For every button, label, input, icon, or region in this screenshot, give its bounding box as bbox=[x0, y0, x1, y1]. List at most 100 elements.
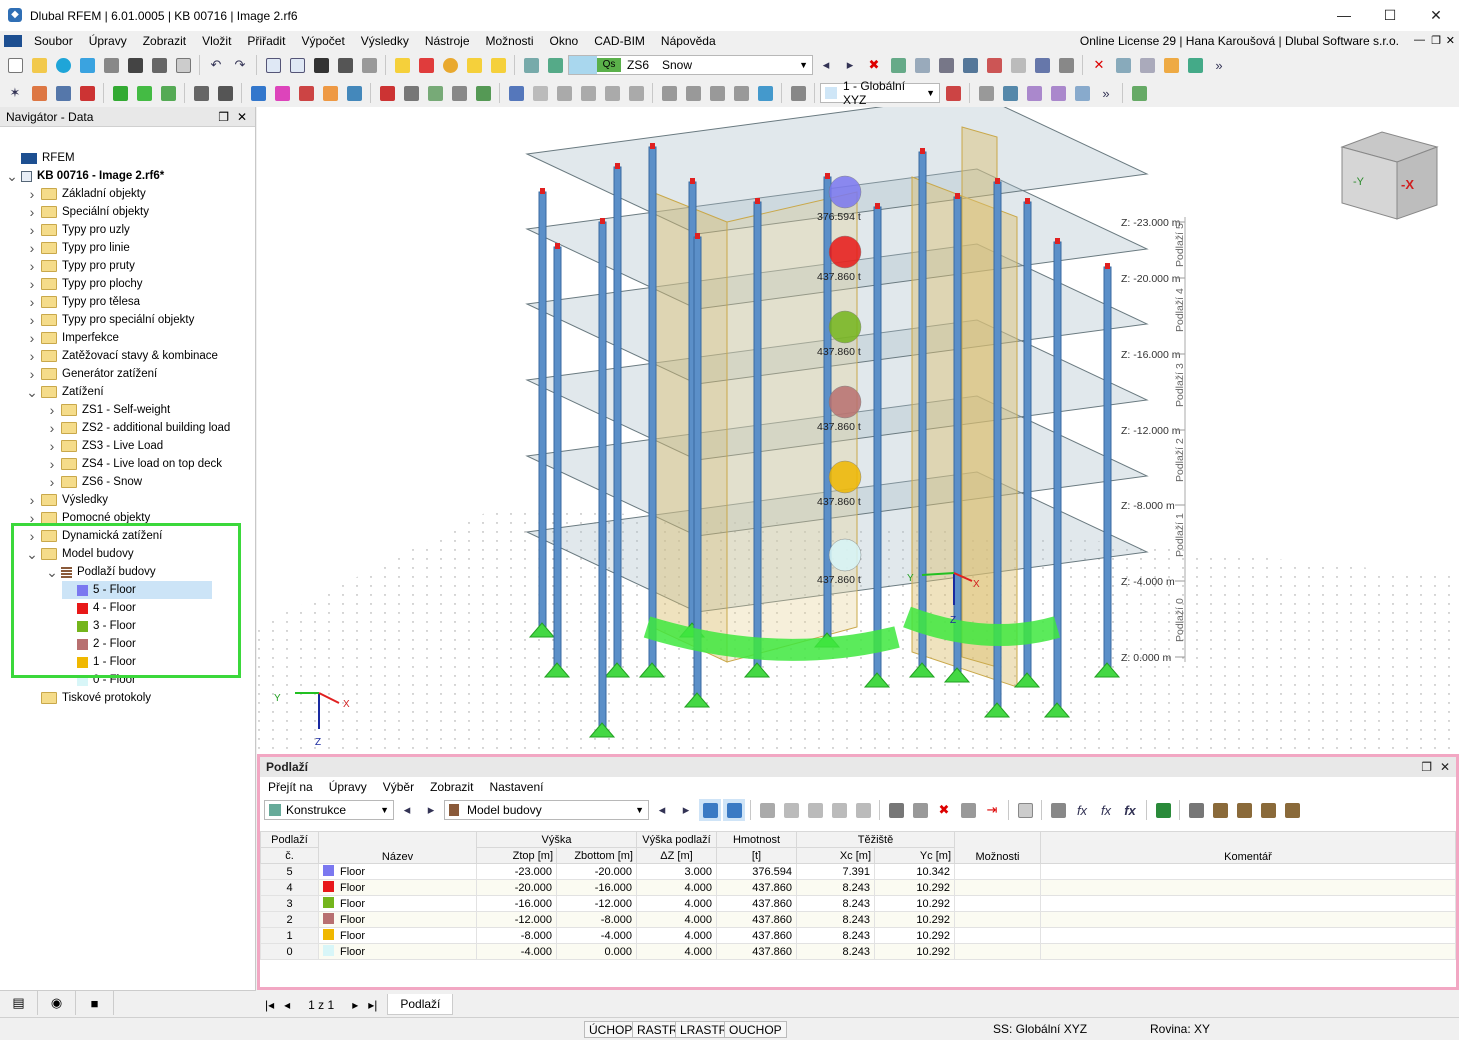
close-icon[interactable]: ✕ bbox=[237, 107, 247, 127]
zbottom-cell[interactable]: -16.000 bbox=[556, 879, 637, 896]
list-icon[interactable] bbox=[358, 54, 380, 76]
chevron-right-icon[interactable]: › bbox=[46, 437, 58, 455]
table-results-icon[interactable] bbox=[959, 54, 981, 76]
nav-file[interactable]: ⌄ KB 00716 - Image 2.rf6* bbox=[6, 167, 164, 185]
yc-cell[interactable]: 10.342 bbox=[874, 863, 955, 880]
chevron-right-icon[interactable]: › bbox=[26, 347, 38, 365]
fx-bold-icon[interactable]: fx bbox=[1119, 799, 1141, 821]
pin-icon[interactable]: ❐ bbox=[218, 107, 229, 127]
target-icon[interactable] bbox=[439, 54, 461, 76]
filter3-table-icon[interactable] bbox=[1257, 799, 1279, 821]
support-tool-icon[interactable] bbox=[109, 82, 131, 104]
panel-menu-zobrazit[interactable]: Zobrazit bbox=[422, 780, 481, 794]
delete-red-icon[interactable]: ✖ bbox=[933, 799, 955, 821]
nav-folder-1[interactable]: › Speciální objekty bbox=[26, 203, 149, 221]
align4-icon[interactable] bbox=[730, 82, 752, 104]
name-cell[interactable]: Floor bbox=[318, 927, 477, 944]
align3-icon[interactable] bbox=[706, 82, 728, 104]
section-icon[interactable] bbox=[463, 54, 485, 76]
menu-cad-bim[interactable]: CAD-BIM bbox=[586, 34, 653, 48]
render-mode-icon[interactable] bbox=[1128, 82, 1150, 104]
menu-moznosti[interactable]: Možnosti bbox=[478, 34, 542, 48]
panel-menu-prejit[interactable]: Přejít na bbox=[260, 780, 321, 794]
mass-cell[interactable]: 437.860 bbox=[716, 895, 797, 912]
deform-icon[interactable] bbox=[911, 54, 933, 76]
snap-button[interactable]: ÚCHOP bbox=[584, 1021, 638, 1038]
zbottom-cell[interactable]: -20.000 bbox=[556, 863, 637, 880]
view-y-icon[interactable] bbox=[1047, 82, 1069, 104]
load-case-select[interactable]: Qs ZS6 Snow ▼ bbox=[568, 55, 813, 75]
table-view-icon[interactable] bbox=[262, 54, 284, 76]
comment-cell[interactable] bbox=[1040, 911, 1456, 928]
nav-folder-9[interactable]: › Zatěžovací stavy & kombinace bbox=[26, 347, 218, 365]
camera-tab-icon[interactable]: ■ bbox=[76, 991, 114, 1015]
chevron-right-icon[interactable]: › bbox=[26, 257, 38, 275]
name-cell[interactable]: Floor bbox=[318, 863, 477, 880]
wave-icon[interactable] bbox=[529, 82, 551, 104]
xxx-icon[interactable] bbox=[1007, 54, 1029, 76]
panel-restore-icon[interactable]: ❐ bbox=[1421, 757, 1432, 777]
filter-icon[interactable] bbox=[505, 82, 527, 104]
name-cell[interactable]: Floor bbox=[318, 911, 477, 928]
diagonal-icon[interactable] bbox=[625, 82, 647, 104]
next-load-icon[interactable]: ▸ bbox=[839, 54, 861, 76]
nav-folder-0[interactable]: › Základní objekty bbox=[26, 185, 146, 203]
nav-folder-5[interactable]: › Typy pro plochy bbox=[26, 275, 143, 293]
result-icon[interactable] bbox=[887, 54, 909, 76]
table-add-icon[interactable] bbox=[804, 799, 826, 821]
xc-cell[interactable]: 7.391 bbox=[796, 863, 875, 880]
nav-folder-10[interactable]: › Generátor zatížení bbox=[26, 365, 158, 383]
node-tool-icon[interactable] bbox=[52, 82, 74, 104]
box-tool-icon[interactable] bbox=[295, 82, 317, 104]
menu-napoveda[interactable]: Nápověda bbox=[653, 34, 724, 48]
plane-icon[interactable] bbox=[391, 54, 413, 76]
yc-cell[interactable]: 10.292 bbox=[874, 879, 955, 896]
pin-tool-icon[interactable] bbox=[376, 82, 398, 104]
ztop-cell[interactable]: -8.000 bbox=[476, 927, 557, 944]
menu-vypocet[interactable]: Výpočet bbox=[293, 34, 352, 48]
chevron-right-icon[interactable]: › bbox=[26, 365, 38, 383]
menu-priradit[interactable]: Přiřadit bbox=[239, 34, 293, 48]
chevron-right-icon[interactable]: › bbox=[46, 473, 58, 491]
fx-icon[interactable]: fx bbox=[1071, 799, 1093, 821]
first-page-icon[interactable]: |◂ bbox=[265, 998, 274, 1012]
chevron-right-icon[interactable]: › bbox=[26, 185, 38, 203]
axes-icon[interactable] bbox=[1160, 54, 1182, 76]
next-page-icon[interactable]: ▸ bbox=[352, 998, 358, 1012]
nav-folder-after-0[interactable]: › Výsledky bbox=[26, 491, 108, 509]
menu-vlozit[interactable]: Vložit bbox=[194, 34, 239, 48]
xc-cell[interactable]: 8.243 bbox=[796, 927, 875, 944]
xc-cell[interactable]: 8.243 bbox=[796, 879, 875, 896]
workplane-icon[interactable] bbox=[942, 82, 964, 104]
nav-folder-7[interactable]: › Typy pro speciální objekty bbox=[26, 311, 195, 329]
print-preview-icon[interactable] bbox=[100, 54, 122, 76]
storey-no-cell[interactable]: 4 bbox=[260, 879, 319, 896]
table-row[interactable]: 2 Floor -12.000 -8.000 4.000 437.860 8.243 10.2… bbox=[260, 911, 1456, 928]
load-case-icon[interactable] bbox=[544, 54, 566, 76]
axes2-icon[interactable] bbox=[1184, 54, 1206, 76]
select-tool-icon[interactable] bbox=[247, 82, 269, 104]
table-row[interactable]: 1 Floor -8.000 -4.000 4.000 437.860 8.243 10.29… bbox=[260, 927, 1456, 944]
name-cell[interactable]: Floor bbox=[318, 879, 477, 896]
view-tab-icon[interactable]: ◉ bbox=[38, 991, 76, 1015]
print-icon[interactable] bbox=[148, 54, 170, 76]
delete-red-icon[interactable]: ✕ bbox=[1088, 54, 1110, 76]
options-cell[interactable] bbox=[954, 879, 1041, 896]
dz-cell[interactable]: 3.000 bbox=[636, 863, 717, 880]
nav-load-0[interactable]: › ZS1 - Self-weight bbox=[46, 401, 171, 419]
xc-cell[interactable]: 8.243 bbox=[796, 911, 875, 928]
prev-load-icon[interactable]: ◂ bbox=[815, 54, 837, 76]
render-tool-icon[interactable] bbox=[319, 82, 341, 104]
doc-close-icon[interactable]: ✕ bbox=[1446, 34, 1455, 47]
pick-icon[interactable] bbox=[699, 799, 721, 821]
arc-icon[interactable] bbox=[553, 82, 575, 104]
doc-minimize-icon[interactable]: — bbox=[1414, 34, 1425, 46]
mass-cell[interactable]: 437.860 bbox=[716, 927, 797, 944]
ztop-cell[interactable]: -12.000 bbox=[476, 911, 557, 928]
chevron-right-icon[interactable]: › bbox=[26, 221, 38, 239]
label-icon[interactable] bbox=[487, 54, 509, 76]
maximize-button[interactable]: ☐ bbox=[1367, 0, 1413, 31]
chevron-right-icon[interactable]: › bbox=[46, 455, 58, 473]
grid-view-icon[interactable] bbox=[286, 54, 308, 76]
storey-no-cell[interactable]: 2 bbox=[260, 911, 319, 928]
